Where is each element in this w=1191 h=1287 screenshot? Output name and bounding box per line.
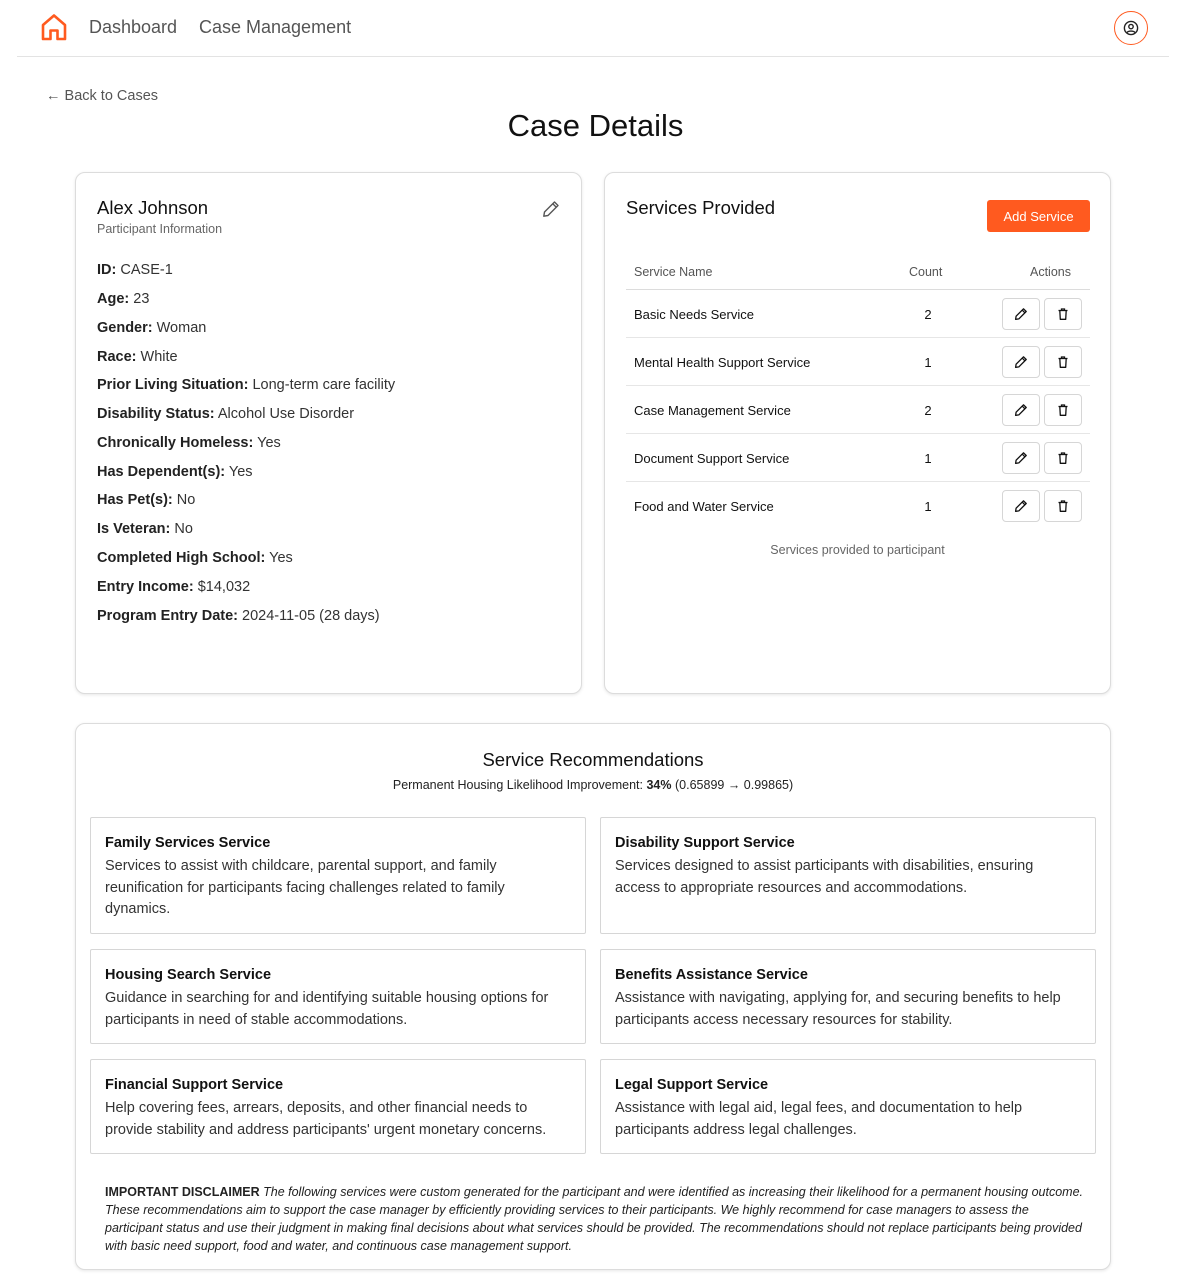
important-disclaimer: IMPORTANT DISCLAIMER The following servi… [105, 1185, 1084, 1253]
pencil-icon [1014, 452, 1027, 465]
recommendation-description: Services designed to assist participants… [615, 858, 1034, 896]
top-nav-bar: Dashboard Case Management [17, 0, 1169, 57]
recommendation-name: Disability Support Service [615, 835, 795, 851]
pencil-icon [1014, 404, 1027, 417]
field-program-entry-date: Program Entry Date: 2024-11-05 (28 days) [97, 608, 380, 624]
column-header-count: Count [909, 265, 943, 279]
field-gender: Gender: Woman [97, 320, 207, 336]
delete-service-button[interactable] [1044, 298, 1082, 330]
delete-service-button[interactable] [1044, 394, 1082, 426]
add-service-button[interactable]: Add Service [987, 200, 1090, 232]
user-circle-icon [1123, 20, 1139, 36]
recommendation-card: Disability Support Service Services desig… [600, 817, 1096, 934]
trash-icon [1058, 500, 1068, 512]
service-recommendations-card: Service Recommendations Permanent Housin… [75, 723, 1111, 1270]
service-count-cell: 1 [924, 355, 932, 370]
table-row: Food and Water Service 1 [626, 482, 1090, 530]
likelihood-improvement: Permanent Housing Likelihood Improvement… [392, 778, 794, 792]
recommendations-title: Service Recommendations [482, 749, 704, 770]
recommendation-card: Financial Support Service Help covering f… [90, 1059, 586, 1154]
field-has-dependents: Has Dependent(s): Yes [97, 464, 253, 480]
services-provided-card: Services Provided Add Service Service Na… [604, 172, 1111, 694]
field-is-veteran: Is Veteran: No [97, 521, 193, 537]
field-id: ID: CASE-1 [97, 262, 173, 278]
recommendation-card: Housing Search Service Guidance in search… [90, 949, 586, 1044]
recommendation-name: Financial Support Service [105, 1077, 284, 1093]
service-count-cell: 2 [924, 307, 932, 322]
nav-dashboard-link[interactable]: Dashboard [89, 17, 177, 38]
nav-case-management-link[interactable]: Case Management [199, 17, 351, 38]
edit-service-button[interactable] [1002, 298, 1040, 330]
services-title: Services Provided [626, 197, 776, 218]
trash-icon [1058, 404, 1068, 416]
service-count-cell: 1 [924, 499, 932, 514]
field-age: Age: 23 [97, 291, 150, 307]
service-count-cell: 2 [924, 403, 932, 418]
column-header-service-name: Service Name [634, 265, 713, 279]
participant-name: Alex Johnson [97, 197, 209, 218]
recommendation-card: Legal Support Service Assistance with leg… [600, 1059, 1096, 1154]
table-row: Basic Needs Service 2 [626, 290, 1090, 338]
participant-subtitle: Participant Information [97, 222, 223, 236]
pencil-icon [543, 201, 559, 217]
service-name-cell: Mental Health Support Service [634, 355, 811, 370]
back-to-cases-link[interactable]: ← Back to Cases [46, 88, 158, 104]
recommendation-name: Family Services Service [105, 835, 271, 851]
service-name-cell: Document Support Service [634, 451, 790, 466]
edit-service-button[interactable] [1002, 490, 1040, 522]
field-race: Race: White [97, 349, 178, 365]
recommendation-name: Housing Search Service [105, 967, 272, 983]
recommendation-name: Legal Support Service [615, 1077, 769, 1093]
field-chronically-homeless: Chronically Homeless: Yes [97, 435, 281, 451]
trash-icon [1058, 452, 1068, 464]
service-name-cell: Basic Needs Service [634, 307, 754, 322]
service-name-cell: Food and Water Service [634, 499, 774, 514]
recommendation-card: Family Services Service Services to assis… [90, 817, 586, 934]
column-header-actions: Actions [1030, 265, 1071, 279]
edit-participant-button[interactable] [541, 199, 561, 219]
delete-service-button[interactable] [1044, 442, 1082, 474]
table-header: Service Name Count Actions [626, 255, 1090, 290]
delete-service-button[interactable] [1044, 490, 1082, 522]
edit-service-button[interactable] [1002, 346, 1040, 378]
field-prior-living-situation: Prior Living Situation: Long-term care f… [97, 377, 396, 393]
field-has-pets: Has Pet(s): No [97, 492, 196, 508]
field-entry-income: Entry Income: $14,032 [97, 579, 251, 595]
pencil-icon [1014, 500, 1027, 513]
trash-icon [1058, 356, 1068, 368]
recommendation-description: Assistance with navigating, applying for… [615, 990, 1061, 1028]
recommendation-description: Help covering fees, arrears, deposits, a… [105, 1100, 547, 1138]
home-icon[interactable] [39, 12, 69, 42]
services-table: Service Name Count Actions Basic Needs S… [626, 255, 1090, 530]
delete-service-button[interactable] [1044, 346, 1082, 378]
table-row: Mental Health Support Service 1 [626, 338, 1090, 386]
table-row: Document Support Service 1 [626, 434, 1090, 482]
page-title: Case Details [507, 108, 684, 143]
field-completed-high-school: Completed High School: Yes [97, 550, 293, 566]
field-disability-status: Disability Status: Alcohol Use Disorder [97, 406, 355, 422]
pencil-icon [1014, 356, 1027, 369]
trash-icon [1058, 308, 1068, 320]
recommendation-name: Benefits Assistance Service [615, 967, 808, 983]
user-avatar-button[interactable] [1114, 11, 1148, 45]
pencil-icon [1014, 308, 1027, 321]
improvement-percent: 34% [646, 778, 672, 792]
service-count-cell: 1 [924, 451, 932, 466]
edit-service-button[interactable] [1002, 394, 1040, 426]
recommendation-card: Benefits Assistance Service Assistance wi… [600, 949, 1096, 1044]
services-caption: Services provided to participant [770, 543, 945, 557]
service-name-cell: Case Management Service [634, 403, 791, 418]
recommendation-description: Services to assist with childcare, paren… [105, 858, 505, 917]
recommendation-description: Guidance in searching for and identifyin… [105, 990, 549, 1028]
recommendation-description: Assistance with legal aid, legal fees, a… [615, 1100, 1023, 1138]
edit-service-button[interactable] [1002, 442, 1040, 474]
table-row: Case Management Service 2 [626, 386, 1090, 434]
participant-info-card: Alex Johnson Participant Information ID:… [75, 172, 582, 694]
improvement-detail: (0.65899 → 0.99865) [675, 778, 794, 792]
